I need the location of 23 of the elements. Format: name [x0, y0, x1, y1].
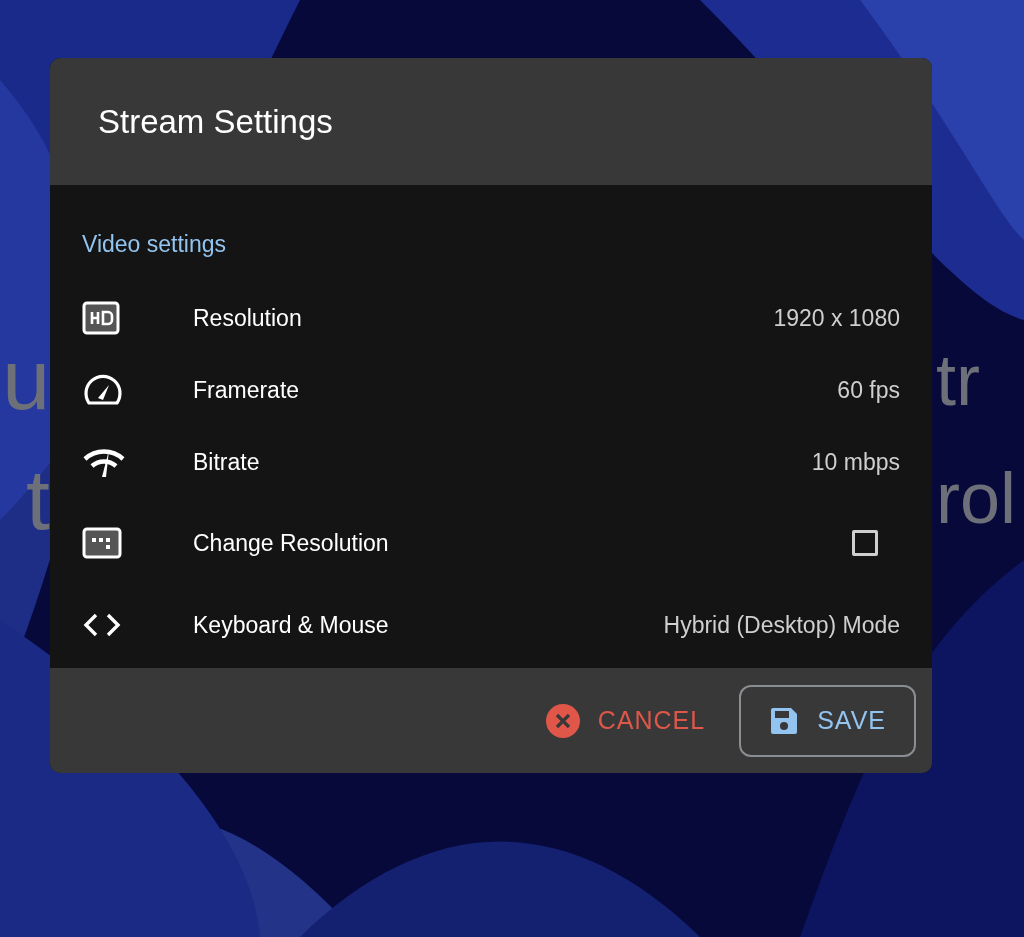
dialog-title: Stream Settings	[98, 102, 333, 141]
speedometer-icon	[82, 374, 124, 406]
background-text: tr	[936, 344, 980, 416]
signal-icon	[82, 446, 126, 478]
setting-label: Resolution	[193, 304, 303, 332]
setting-value[interactable]: Hybrid (Desktop) Mode	[663, 611, 900, 639]
setting-label: Change Resolution	[193, 529, 390, 557]
background-text: t	[26, 456, 50, 542]
section-heading: Video settings	[82, 231, 228, 258]
setting-label: Framerate	[193, 376, 301, 404]
setting-value[interactable]: 10 mbps	[811, 448, 900, 476]
hd-icon	[82, 301, 120, 335]
setting-value[interactable]: 1920 x 1080	[773, 304, 900, 332]
setting-label: Keyboard & Mouse	[193, 611, 390, 639]
code-icon	[82, 612, 122, 638]
background-text: u	[2, 336, 50, 422]
background-text: rol	[936, 462, 1016, 534]
close-icon	[545, 703, 580, 738]
checkbox[interactable]	[852, 530, 878, 556]
setting-label: Bitrate	[193, 448, 261, 476]
save-button[interactable]: SAVE	[739, 684, 916, 757]
setting-value[interactable]: 60 fps	[837, 376, 900, 404]
screen-icon	[82, 527, 122, 559]
